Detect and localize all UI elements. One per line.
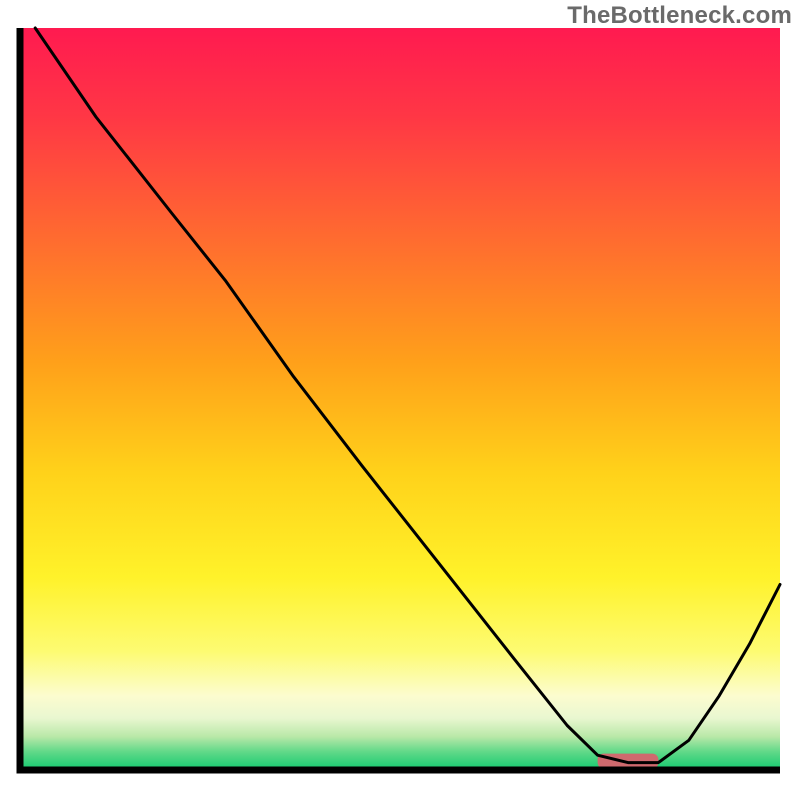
plot-background [20, 28, 780, 770]
chart-canvas: TheBottleneck.com [0, 0, 800, 800]
bottleneck-chart [0, 0, 800, 800]
